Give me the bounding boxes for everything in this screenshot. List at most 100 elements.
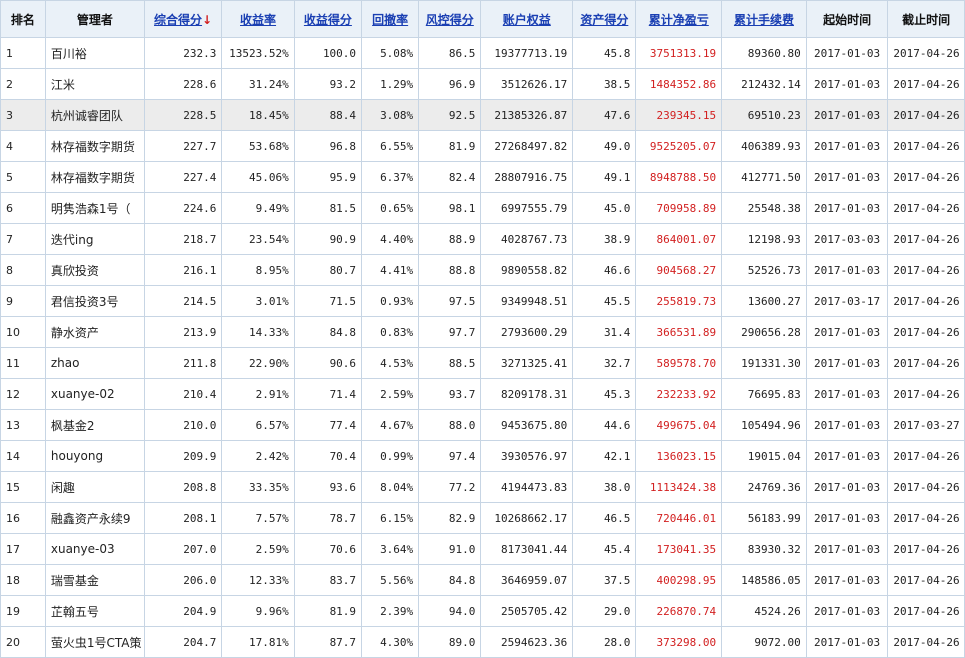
end-date-cell: 2017-04-26 [887,626,965,658]
drawdown-cell: 2.39% [361,595,420,627]
equity-cell: 4194473.83 [480,471,574,503]
net-pnl-cell: 709958.89 [635,192,723,224]
end-date-cell: 2017-04-26 [887,37,965,69]
return-rate-cell: 9.96% [221,595,295,627]
start-date-cell: 2017-01-03 [805,533,889,565]
composite-score-cell: 207.0 [143,533,223,565]
manager-name-cell: 静水资产 [44,316,145,348]
net-pnl-cell: 1484352.86 [635,68,723,100]
end-date-cell: 2017-04-26 [887,440,965,472]
asset-score-cell: 28.0 [572,626,637,658]
composite-score-cell: 211.8 [143,347,223,379]
col-return-rate-header[interactable]: 收益率 [221,0,295,38]
risk-score-cell: 88.5 [418,347,482,379]
col-drawdown-header[interactable]: 回撤率 [361,0,420,38]
table-row[interactable]: 2 江米 228.6 31.24% 93.2 1.29% 96.9 3512626.17 38.… [0,68,965,100]
net-pnl-cell: 239345.15 [635,99,723,131]
table-row[interactable]: 13 枫基金2 210.0 6.57% 77.4 4.67% 88.0 9453675.80 4… [0,409,965,441]
table-row[interactable]: 17 xuanye-03 207.0 2.59% 70.6 3.64% 91.0 817304… [0,533,965,565]
start-date-cell: 2017-01-03 [805,378,889,410]
net-pnl-cell: 366531.89 [635,316,723,348]
sort-drawdown-link[interactable]: 回撤率 [372,13,408,27]
asset-score-cell: 29.0 [572,595,637,627]
table-row[interactable]: 5 林存福数字期货 227.4 45.06% 95.9 6.37% 82.4 28807916… [0,161,965,193]
sort-net-pnl-link[interactable]: 累计净盈亏 [649,13,709,27]
asset-score-cell: 49.1 [572,161,637,193]
asset-score-cell: 45.3 [572,378,637,410]
rank-cell: 14 [0,440,46,472]
net-pnl-cell: 720446.01 [635,502,723,534]
end-date-cell: 2017-04-26 [887,223,965,255]
table-row[interactable]: 8 真欣投资 216.1 8.95% 80.7 4.41% 88.8 9890558.82 46… [0,254,965,286]
table-row[interactable]: 15 闲趣 208.8 33.35% 93.6 8.04% 77.2 4194473.83 38… [0,471,965,503]
col-equity-header[interactable]: 账户权益 [480,0,574,38]
table-row[interactable]: 18 瑞雪基金 206.0 12.33% 83.7 5.56% 84.8 3646959.07… [0,564,965,596]
table-row[interactable]: 12 xuanye-02 210.4 2.91% 71.4 2.59% 93.7 820917… [0,378,965,410]
sort-fees-link[interactable]: 累计手续费 [734,13,794,27]
net-pnl-cell: 904568.27 [635,254,723,286]
table-row[interactable]: 3 杭州诚睿团队 228.5 18.45% 88.4 3.08% 92.5 21385326.… [0,99,965,131]
sort-return-score-link[interactable]: 收益得分 [304,13,352,27]
start-date-cell: 2017-01-03 [805,161,889,193]
risk-score-cell: 84.8 [418,564,482,596]
table-row[interactable]: 14 houyong 209.9 2.42% 70.4 0.99% 97.4 3930576.… [0,440,965,472]
table-row[interactable]: 10 静水资产 213.9 14.33% 84.8 0.83% 97.7 2793600.29… [0,316,965,348]
composite-score-cell: 204.7 [143,626,223,658]
composite-score-cell: 228.5 [143,99,223,131]
sort-asset-score-link[interactable]: 资产得分 [580,13,628,27]
table-row[interactable]: 20 萤火虫1号CTA策 204.7 17.81% 87.7 4.30% 89.0 25946… [0,626,965,658]
sort-equity-link[interactable]: 账户权益 [503,13,551,27]
table-row[interactable]: 7 迭代ing 218.7 23.54% 90.9 4.40% 88.9 4028767.73… [0,223,965,255]
manager-name-cell: xuanye-02 [44,378,145,410]
start-date-cell: 2017-03-03 [805,223,889,255]
return-rate-cell: 45.06% [221,161,295,193]
risk-score-cell: 81.9 [418,130,482,162]
end-date-cell: 2017-04-26 [887,502,965,534]
table-row[interactable]: 6 明隽浩森1号（ 224.6 9.49% 81.5 0.65% 98.1 6997555.7… [0,192,965,224]
col-fees-header[interactable]: 累计手续费 [721,0,807,38]
fees-cell: 25548.38 [721,192,807,224]
col-asset-score-header[interactable]: 资产得分 [572,0,637,38]
end-date-cell: 2017-04-26 [887,471,965,503]
asset-score-cell: 45.0 [572,192,637,224]
table-row[interactable]: 4 林存福数字期货 227.7 53.68% 96.8 6.55% 81.9 27268497… [0,130,965,162]
net-pnl-cell: 226870.74 [635,595,723,627]
sort-return-rate-link[interactable]: 收益率 [240,13,276,27]
risk-score-cell: 97.7 [418,316,482,348]
col-return-score-header[interactable]: 收益得分 [293,0,363,38]
col-rank-header: 排名 [0,0,46,38]
equity-cell: 21385326.87 [480,99,574,131]
rank-cell: 3 [0,99,46,131]
table-row[interactable]: 9 君信投资3号 214.5 3.01% 71.5 0.93% 97.5 9349948.51… [0,285,965,317]
table-row[interactable]: 19 芷翰五号 204.9 9.96% 81.9 2.39% 94.0 2505705.42 2… [0,595,965,627]
risk-score-cell: 93.7 [418,378,482,410]
rank-cell: 1 [0,37,46,69]
composite-score-cell: 232.3 [143,37,223,69]
col-composite-header[interactable]: 综合得分↓ [143,0,223,38]
start-date-cell: 2017-01-03 [805,347,889,379]
fees-cell: 212432.14 [721,68,807,100]
table-row[interactable]: 1 百川裕 232.3 13523.52% 100.0 5.08% 86.5 19377713… [0,37,965,69]
drawdown-cell: 0.99% [361,440,420,472]
equity-cell: 8173041.44 [480,533,574,565]
start-date-cell: 2017-01-03 [805,68,889,100]
equity-cell: 3646959.07 [480,564,574,596]
table-row[interactable]: 16 融鑫资产永续9 208.1 7.57% 78.7 6.15% 82.9 10268662… [0,502,965,534]
sort-risk-score-link[interactable]: 风控得分 [426,13,474,27]
col-risk-score-header[interactable]: 风控得分 [418,0,482,38]
return-score-cell: 93.2 [293,68,363,100]
return-score-cell: 71.5 [293,285,363,317]
rank-cell: 18 [0,564,46,596]
return-rate-cell: 12.33% [221,564,295,596]
start-date-cell: 2017-01-03 [805,99,889,131]
drawdown-cell: 4.40% [361,223,420,255]
equity-cell: 2793600.29 [480,316,574,348]
col-net-pnl-header[interactable]: 累计净盈亏 [635,0,723,38]
asset-score-cell: 32.7 [572,347,637,379]
sort-composite-link[interactable]: 综合得分 [154,13,202,27]
net-pnl-cell: 232233.92 [635,378,723,410]
table-row[interactable]: 11 zhao 211.8 22.90% 90.6 4.53% 88.5 3271325.41… [0,347,965,379]
equity-cell: 27268497.82 [480,130,574,162]
composite-score-cell: 228.6 [143,68,223,100]
start-date-cell: 2017-01-03 [805,192,889,224]
